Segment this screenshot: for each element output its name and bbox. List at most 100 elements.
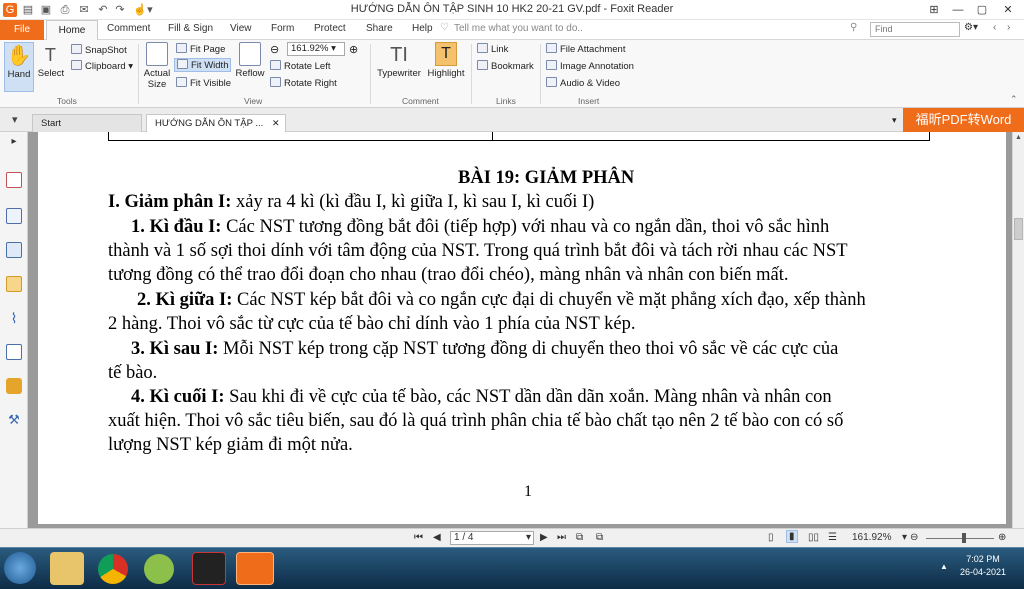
home-tab[interactable]: Home <box>46 20 98 41</box>
file-explorer-icon[interactable] <box>50 552 84 585</box>
chrome-icon[interactable] <box>98 554 128 584</box>
menu-view[interactable]: View <box>230 23 252 34</box>
close-button[interactable]: ✕ <box>1000 2 1016 18</box>
clipboard-button[interactable]: Clipboard ▾ <box>71 60 133 72</box>
app-icon[interactable] <box>144 554 174 584</box>
zoom-slider[interactable] <box>926 538 994 539</box>
tab-start[interactable]: Start <box>32 114 142 132</box>
windows-taskbar: ▲ 7:02 PM 26-04-2021 <box>0 547 1024 589</box>
window-title: HƯỚNG DẪN ÔN TẬP SINH 10 HK2 20-21 GV.pd… <box>350 3 674 15</box>
rotate-right-icon <box>270 77 281 87</box>
pages-icon[interactable] <box>6 208 22 224</box>
convert-to-word-button[interactable]: 福昕PDF转Word <box>903 108 1024 132</box>
paragraph-1: 1. Kì đầu I: Các NST tương đồng bắt đôi … <box>131 217 830 237</box>
attachments-icon[interactable]: ⌇ <box>6 310 22 326</box>
image-annotation-button[interactable]: Image Annotation <box>546 60 634 72</box>
start-button-icon[interactable] <box>4 552 36 584</box>
next-view-icon[interactable]: ⧉ <box>596 532 603 543</box>
ribbon-toolbar: ✋ Hand Ꭲ Select SnapShot Clipboard ▾ Too… <box>0 40 1024 108</box>
previous-view-icon[interactable]: ⧉ <box>576 532 583 543</box>
zoom-select[interactable]: 161.92% ▾ <box>287 42 345 56</box>
last-page-icon[interactable]: ⏭ <box>557 532 566 543</box>
typewriter-button[interactable]: TI Typewriter <box>376 42 422 79</box>
expand-panel-icon[interactable]: ▸ <box>6 136 22 152</box>
tell-me-box[interactable]: Tell me what you want to do.. <box>454 23 583 34</box>
group-label-view: View <box>244 96 263 106</box>
file-tab[interactable]: File <box>0 20 44 40</box>
system-clock[interactable]: 7:02 PM 26-04-2021 <box>948 553 1018 579</box>
rotate-right-button[interactable]: Rotate Right <box>270 77 337 89</box>
previous-page-icon[interactable]: ◀ <box>433 532 441 543</box>
continuous-page-icon[interactable]: ▮ <box>786 530 798 543</box>
zoom-in-button[interactable]: ⊕ <box>998 532 1006 543</box>
snapshot-button[interactable]: SnapShot <box>71 44 127 56</box>
menu-share[interactable]: Share <box>366 23 393 34</box>
vertical-scrollbar[interactable]: ▲ <box>1012 132 1024 528</box>
zoom-slider-thumb[interactable] <box>962 533 966 543</box>
chevron-down-icon[interactable]: ▾ <box>12 113 18 126</box>
minimize-button[interactable]: — <box>950 2 966 18</box>
group-label-tools: Tools <box>57 96 77 106</box>
menu-help[interactable]: Help <box>412 23 433 34</box>
layers-icon[interactable] <box>6 242 22 258</box>
scrollbar-thumb[interactable] <box>1014 218 1023 240</box>
ribbon-divider <box>540 44 541 104</box>
menu-comment[interactable]: Comment <box>107 23 150 34</box>
rotate-left-button[interactable]: Rotate Left <box>270 60 330 72</box>
fit-width-icon <box>177 59 188 69</box>
link-button[interactable]: Link <box>477 43 508 55</box>
page-number-input[interactable]: 1 / 4 ▾ <box>450 531 534 545</box>
first-page-icon[interactable]: ⏮ <box>414 532 423 543</box>
bookmark-button[interactable]: Bookmark <box>477 60 534 72</box>
ribbon-divider <box>471 44 472 104</box>
highlight-icon: T <box>435 42 457 66</box>
nav-forward-icon[interactable]: › <box>1007 22 1010 33</box>
collapse-ribbon-icon[interactable]: ⌃ <box>1010 94 1018 105</box>
highlight-button[interactable]: T Highlight <box>427 42 465 79</box>
link-icon <box>477 43 488 53</box>
continuous-facing-icon[interactable]: ☰ <box>828 532 837 543</box>
find-input[interactable]: Find <box>870 22 960 37</box>
next-page-icon[interactable]: ▶ <box>540 532 548 543</box>
audio-video-button[interactable]: Audio & Video <box>546 77 620 89</box>
gear-icon[interactable]: ⚙▾ <box>964 22 978 33</box>
select-tool-button[interactable]: Ꭲ Select <box>37 42 65 92</box>
zoom-in-icon[interactable]: ⊕ <box>349 43 358 56</box>
zoom-level[interactable]: 161.92% <box>852 532 891 543</box>
foxit-reader-taskbar-icon[interactable] <box>236 552 274 585</box>
scroll-up-icon[interactable]: ▲ <box>1015 134 1022 141</box>
restore-layout-icon[interactable]: ⊞ <box>926 2 942 18</box>
reflow-button[interactable]: Reflow <box>234 42 266 79</box>
facing-page-icon[interactable]: ▯▯ <box>808 532 819 543</box>
paperclip-icon <box>546 43 557 53</box>
comments-icon[interactable] <box>6 276 22 292</box>
tray-expand-icon[interactable]: ▲ <box>940 562 948 571</box>
nav-back-icon[interactable]: ‹ <box>993 22 996 33</box>
signatures-icon[interactable] <box>6 344 22 360</box>
actual-size-button[interactable]: Actual Size <box>142 42 172 90</box>
game-app-icon[interactable] <box>192 552 226 585</box>
tab-list-icon[interactable]: ▾ <box>892 115 897 126</box>
zoom-out-icon[interactable]: ⊖ <box>270 43 279 56</box>
zoom-out-button[interactable]: ⊖ <box>910 532 918 543</box>
close-tab-icon[interactable]: ✕ <box>272 118 280 129</box>
fit-visible-button[interactable]: Fit Visible <box>176 77 231 89</box>
tools-icon[interactable]: ⚒ <box>6 412 22 428</box>
paragraph-1-line-3: tương đồng có thể trao đổi đoạn cho nhau… <box>108 265 789 285</box>
security-lock-icon[interactable] <box>6 378 22 394</box>
fit-width-button[interactable]: Fit Width <box>174 58 232 72</box>
camera-icon <box>71 44 82 54</box>
tab-document[interactable]: HƯỚNG DẪN ÔN TẬP ... <box>146 114 286 132</box>
bookmarks-icon[interactable] <box>6 172 22 188</box>
document-viewport[interactable]: BÀI 19: GIẢM PHÂN I. Giảm phân I: xảy ra… <box>28 132 1012 528</box>
search-options-icon[interactable]: ⚲ <box>850 22 857 33</box>
menu-fill-sign[interactable]: Fill & Sign <box>168 23 213 34</box>
fit-page-button[interactable]: Fit Page <box>176 43 225 55</box>
menu-form[interactable]: Form <box>271 23 294 34</box>
hand-tool-button[interactable]: ✋ Hand <box>4 42 34 92</box>
single-page-icon[interactable]: ▯ <box>768 532 774 543</box>
menu-protect[interactable]: Protect <box>314 23 346 34</box>
maximize-button[interactable]: ▢ <box>974 2 990 18</box>
file-attachment-button[interactable]: File Attachment <box>546 43 625 55</box>
zoom-dropdown-icon[interactable]: ▾ <box>902 532 907 543</box>
